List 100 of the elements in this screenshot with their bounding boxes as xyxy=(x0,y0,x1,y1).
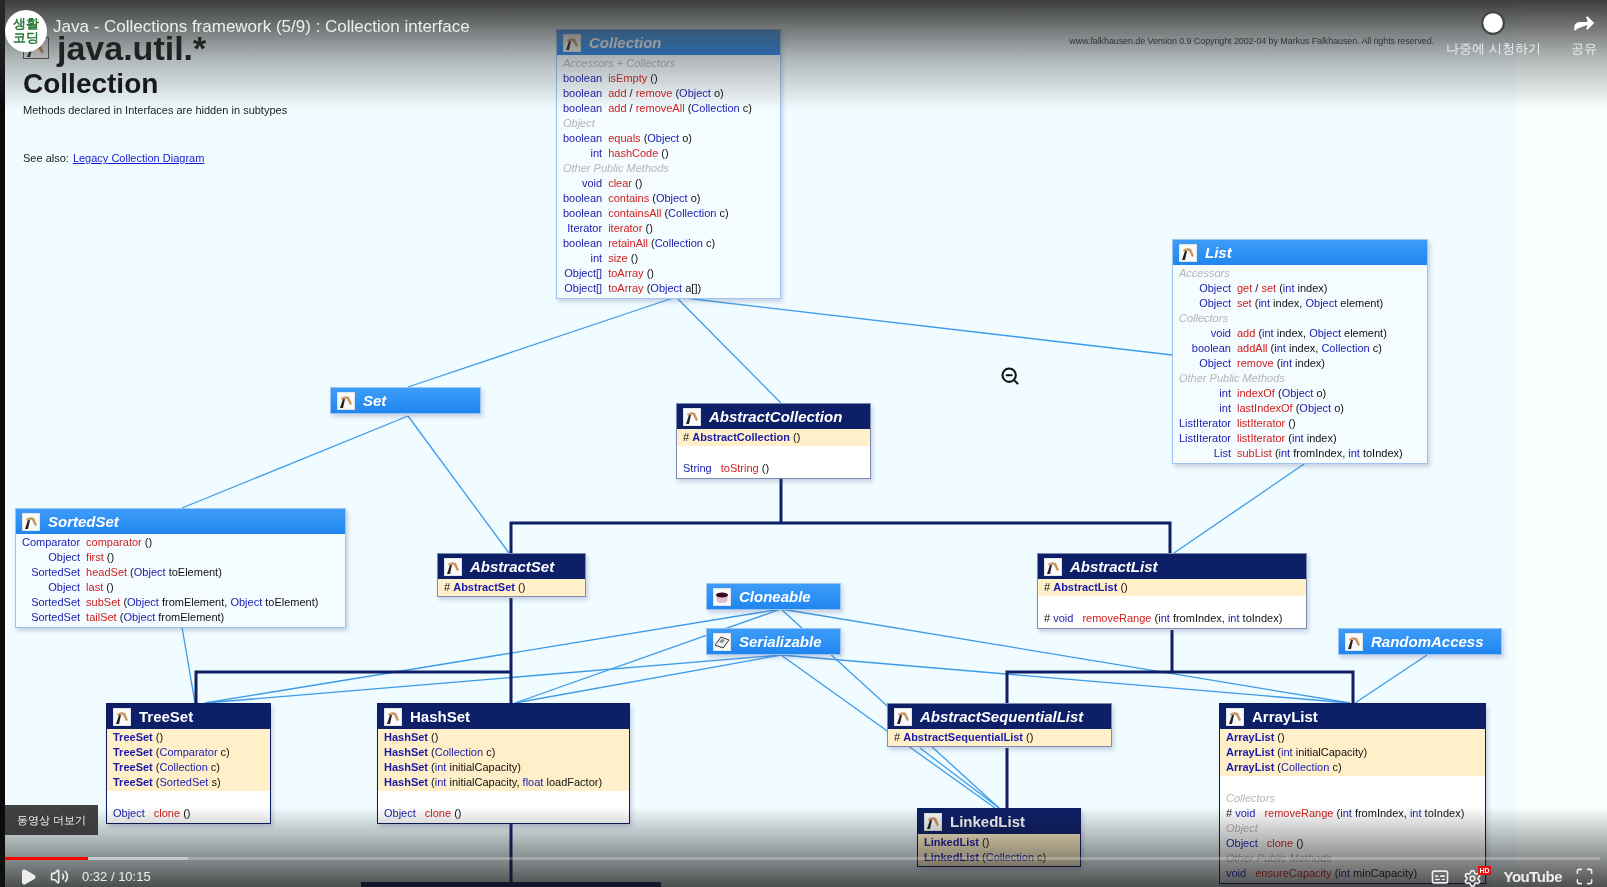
method-signature: subSet (Object fromElement, Object toElement) xyxy=(86,595,320,610)
constructor-signature: ArrayList () xyxy=(1226,730,1285,745)
constructor-signature: HashSet (int initialCapacity) xyxy=(384,760,521,775)
method-signature: String toString () xyxy=(683,461,770,476)
method-signature: retainAll (Collection c) xyxy=(608,236,717,251)
zoom-out-icon xyxy=(1000,366,1020,386)
constructor-signature: HashSet (Collection c) xyxy=(384,745,496,760)
method-signature: hashCode () xyxy=(608,146,670,161)
box-title: RandomAccess xyxy=(1371,634,1484,649)
hammer-icon xyxy=(384,707,402,726)
return-type: Object xyxy=(1198,296,1231,311)
box-title: AbstractSet xyxy=(470,559,555,574)
section-label: Object xyxy=(563,116,596,131)
hammer-icon xyxy=(563,33,581,52)
method-signature: tailSet (Object fromElement) xyxy=(86,610,226,625)
box-title: Collection xyxy=(589,35,662,50)
more-videos-button[interactable]: 동영상 더보기 xyxy=(5,805,98,835)
return-type: boolean xyxy=(1190,341,1231,356)
return-type: List xyxy=(1212,446,1231,461)
cup-icon xyxy=(713,587,731,606)
method-signature: toArray () xyxy=(608,266,655,281)
return-type: SortedSet xyxy=(30,595,81,610)
section-label: Collectors xyxy=(1226,791,1276,806)
constructor-signature: # AbstractList () xyxy=(1044,580,1128,595)
return-type: Object xyxy=(1198,281,1231,296)
note-text: Methods declared in Interfaces are hidden in subtypes xyxy=(23,104,288,116)
method-signature: containsAll (Collection c) xyxy=(608,206,730,221)
constructor-signature: HashSet (int initialCapacity, float loadFactor) xyxy=(384,775,603,790)
method-signature: last () xyxy=(86,580,115,595)
return-type: void xyxy=(580,176,603,191)
return-type: boolean xyxy=(563,101,603,116)
method-signature: Object clone () xyxy=(113,806,191,821)
youtube-logo[interactable]: YouTube xyxy=(1503,868,1562,885)
constructor-signature: TreeSet () xyxy=(113,730,164,745)
constructor-signature: HashSet () xyxy=(384,730,439,745)
return-type: void xyxy=(1209,326,1231,341)
channel-logo: 생활코딩 xyxy=(13,16,39,46)
constructor-signature: LinkedList (Collection c) xyxy=(924,850,1047,865)
method-signature: comparator () xyxy=(86,535,154,550)
constructor-signature: # AbstractCollection () xyxy=(683,430,801,445)
return-type: SortedSet xyxy=(30,565,81,580)
section-label: Other Public Methods xyxy=(1179,371,1286,386)
fullscreen-icon[interactable] xyxy=(1575,867,1594,886)
box-title: HashSet xyxy=(410,709,471,724)
hammer-icon xyxy=(22,512,40,531)
hammer-icon xyxy=(113,707,131,726)
method-signature: Object clone () xyxy=(384,806,462,821)
box-title: SortedSet xyxy=(48,514,119,529)
method-signature: contains (Object o) xyxy=(608,191,702,206)
diagram-link[interactable]: Legacy Collection Diagram xyxy=(72,152,205,164)
constructor-signature: TreeSet (Comparator c) xyxy=(113,745,230,760)
method-signature: subList (int fromIndex, int toIndex) xyxy=(1236,446,1404,461)
see-also-label: See also: xyxy=(23,152,69,164)
section-label: Other Public Methods xyxy=(563,161,670,176)
return-type: boolean xyxy=(563,191,603,206)
hammer-icon xyxy=(444,557,462,576)
method-signature: add / removeAll (Collection c) xyxy=(608,101,753,116)
method-signature: add (int index, Object element) xyxy=(1236,326,1388,341)
constructor-signature: # AbstractSequentialList () xyxy=(894,730,1034,745)
constructor-signature: # AbstractSet () xyxy=(444,580,526,595)
hammer-icon xyxy=(683,407,701,426)
section-label: Accessors xyxy=(1179,266,1231,281)
method-signature: listIterator () xyxy=(1236,416,1297,431)
video-title[interactable]: Java - Collections framework (5/9) : Collection interface xyxy=(53,17,1416,37)
time-display: 0:32 / 10:15 xyxy=(82,869,151,884)
return-type: SortedSet xyxy=(30,610,81,625)
return-type: Comparator xyxy=(22,535,81,550)
volume-icon[interactable] xyxy=(50,867,69,886)
method-signature: listIterator (int index) xyxy=(1236,431,1338,446)
method-signature: toArray (Object a[]) xyxy=(608,281,703,296)
play-icon[interactable] xyxy=(19,867,37,886)
box-title: AbstractCollection xyxy=(709,409,843,424)
hammer-icon xyxy=(924,812,942,831)
box-title: AbstractList xyxy=(1070,559,1158,574)
return-type: Object[] xyxy=(563,266,603,281)
method-signature: add / remove (Object o) xyxy=(608,86,725,101)
constructor-signature: ArrayList (int initialCapacity) xyxy=(1226,745,1368,760)
return-type: boolean xyxy=(563,236,603,251)
method-signature: get / set (int index) xyxy=(1236,281,1329,296)
method-signature: equals (Object o) xyxy=(608,131,693,146)
return-type: boolean xyxy=(563,71,603,86)
method-signature: Object clone () xyxy=(1226,836,1304,851)
constructor-signature: LinkedList () xyxy=(924,835,990,850)
method-signature: headSet (Object toElement) xyxy=(86,565,223,580)
method-signature: void ensureCapacity (int minCapacity) xyxy=(1226,866,1418,881)
hammer-icon xyxy=(894,707,912,726)
hammer-icon xyxy=(1179,243,1197,262)
return-type: boolean xyxy=(563,86,603,101)
box-title: ArrayList xyxy=(1252,709,1318,724)
hammer-icon xyxy=(1345,632,1363,651)
method-signature: addAll (int index, Collection c) xyxy=(1236,341,1383,356)
return-type: Object xyxy=(47,580,81,595)
box-title: List xyxy=(1205,245,1232,260)
method-signature: indexOf (Object o) xyxy=(1236,386,1328,401)
box-title: AbstractSequentialList xyxy=(920,709,1084,724)
return-type: boolean xyxy=(563,206,603,221)
box-title: Serializable xyxy=(739,634,822,649)
return-type: Object xyxy=(1198,356,1231,371)
return-type: int xyxy=(1218,401,1231,416)
return-type: Object xyxy=(47,550,81,565)
